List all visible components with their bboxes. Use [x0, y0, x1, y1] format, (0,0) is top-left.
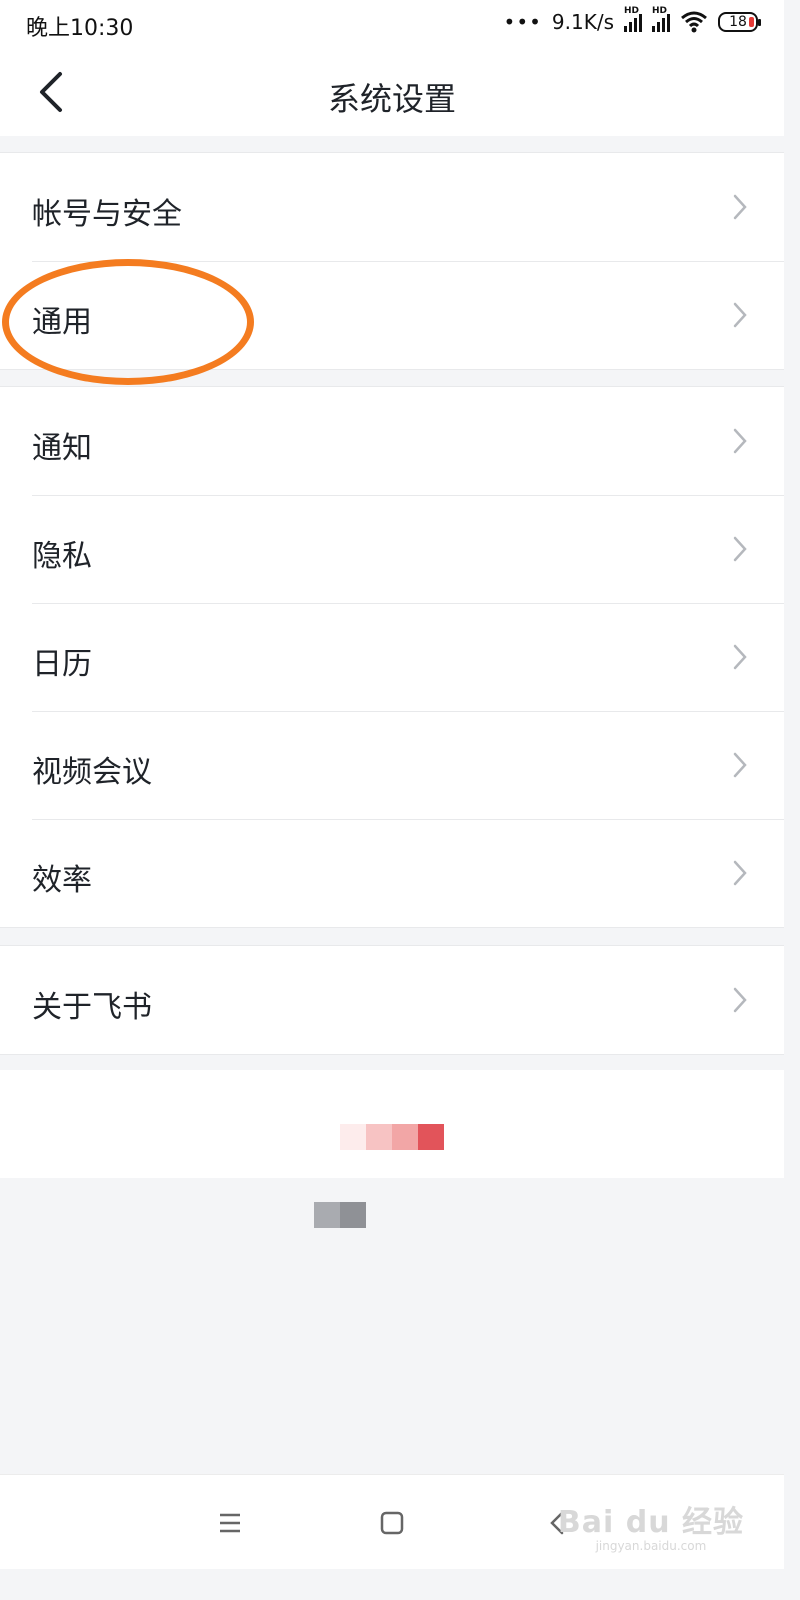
settings-item-privacy[interactable]: 隐私: [0, 495, 784, 603]
system-nav-bar: Bai du 经验 jingyan.baidu.com: [0, 1474, 784, 1569]
cell-signal-icon: HD: [624, 6, 642, 32]
home-square-icon[interactable]: [374, 1505, 410, 1541]
chevron-right-icon: [733, 644, 747, 670]
hd-label: HD: [652, 6, 668, 16]
chevron-right-icon: [733, 302, 747, 328]
blurred-pixel: [392, 1124, 418, 1150]
watermark-main: Bai du 经验: [557, 1505, 744, 1540]
chevron-right-icon: [733, 194, 747, 220]
settings-item-label: 通用: [32, 305, 92, 340]
chevron-right-icon: [733, 987, 747, 1013]
chevron-right-icon: [733, 428, 747, 454]
chevron-right-icon: [733, 752, 747, 778]
battery-icon: 18: [718, 12, 761, 32]
blurred-pixel: [366, 1124, 392, 1150]
title-bar: 系统设置: [0, 48, 784, 136]
settings-item-label: 效率: [32, 863, 92, 898]
settings-item-label: 关于飞书: [32, 990, 152, 1025]
wifi-icon: [681, 11, 707, 33]
status-bar: 晚上10:30 ••• 9.1K/s HD HD 18: [0, 0, 784, 48]
settings-item-notifications[interactable]: 通知: [0, 387, 784, 495]
settings-item-about-feishu[interactable]: 关于飞书: [0, 946, 784, 1054]
settings-item-label: 通知: [32, 431, 92, 466]
logout-card-blurred[interactable]: [0, 1070, 784, 1178]
battery-level: 18: [729, 14, 747, 30]
watermark-sub: jingyan.baidu.com: [595, 1539, 707, 1553]
settings-group-about: 关于飞书: [0, 945, 784, 1055]
settings-item-general[interactable]: 通用: [0, 261, 784, 369]
status-time: 晚上10:30: [26, 16, 134, 41]
hd-label: HD: [624, 6, 640, 16]
blurred-pixel: [340, 1124, 366, 1150]
chevron-right-icon: [733, 536, 747, 562]
settings-item-account-security[interactable]: 帐号与安全: [0, 153, 784, 261]
more-dots: •••: [503, 10, 542, 34]
settings-item-label: 隐私: [32, 539, 92, 574]
settings-item-label: 日历: [32, 647, 92, 682]
cell-signal-icon: HD: [652, 6, 670, 32]
chevron-right-icon: [733, 860, 747, 886]
blurred-pixel: [340, 1202, 366, 1228]
network-speed: 9.1K/s: [551, 10, 614, 34]
baidu-jingyan-watermark: Bai du 经验 jingyan.baidu.com: [558, 1497, 744, 1553]
settings-item-efficiency[interactable]: 效率: [0, 819, 784, 927]
settings-group-features: 通知 隐私 日历 视频会议 效率: [0, 386, 784, 928]
settings-item-video-meeting[interactable]: 视频会议: [0, 711, 784, 819]
menu-icon[interactable]: [212, 1505, 248, 1541]
settings-item-label: 帐号与安全: [32, 197, 182, 232]
status-indicators: ••• 9.1K/s HD HD 18: [503, 6, 761, 34]
page-title: 系统设置: [327, 80, 456, 118]
settings-item-calendar[interactable]: 日历: [0, 603, 784, 711]
settings-item-label: 视频会议: [32, 755, 152, 790]
settings-group-account: 帐号与安全 通用: [0, 152, 784, 370]
blurred-pixel: [314, 1202, 340, 1228]
blurred-pixel: [418, 1124, 444, 1150]
